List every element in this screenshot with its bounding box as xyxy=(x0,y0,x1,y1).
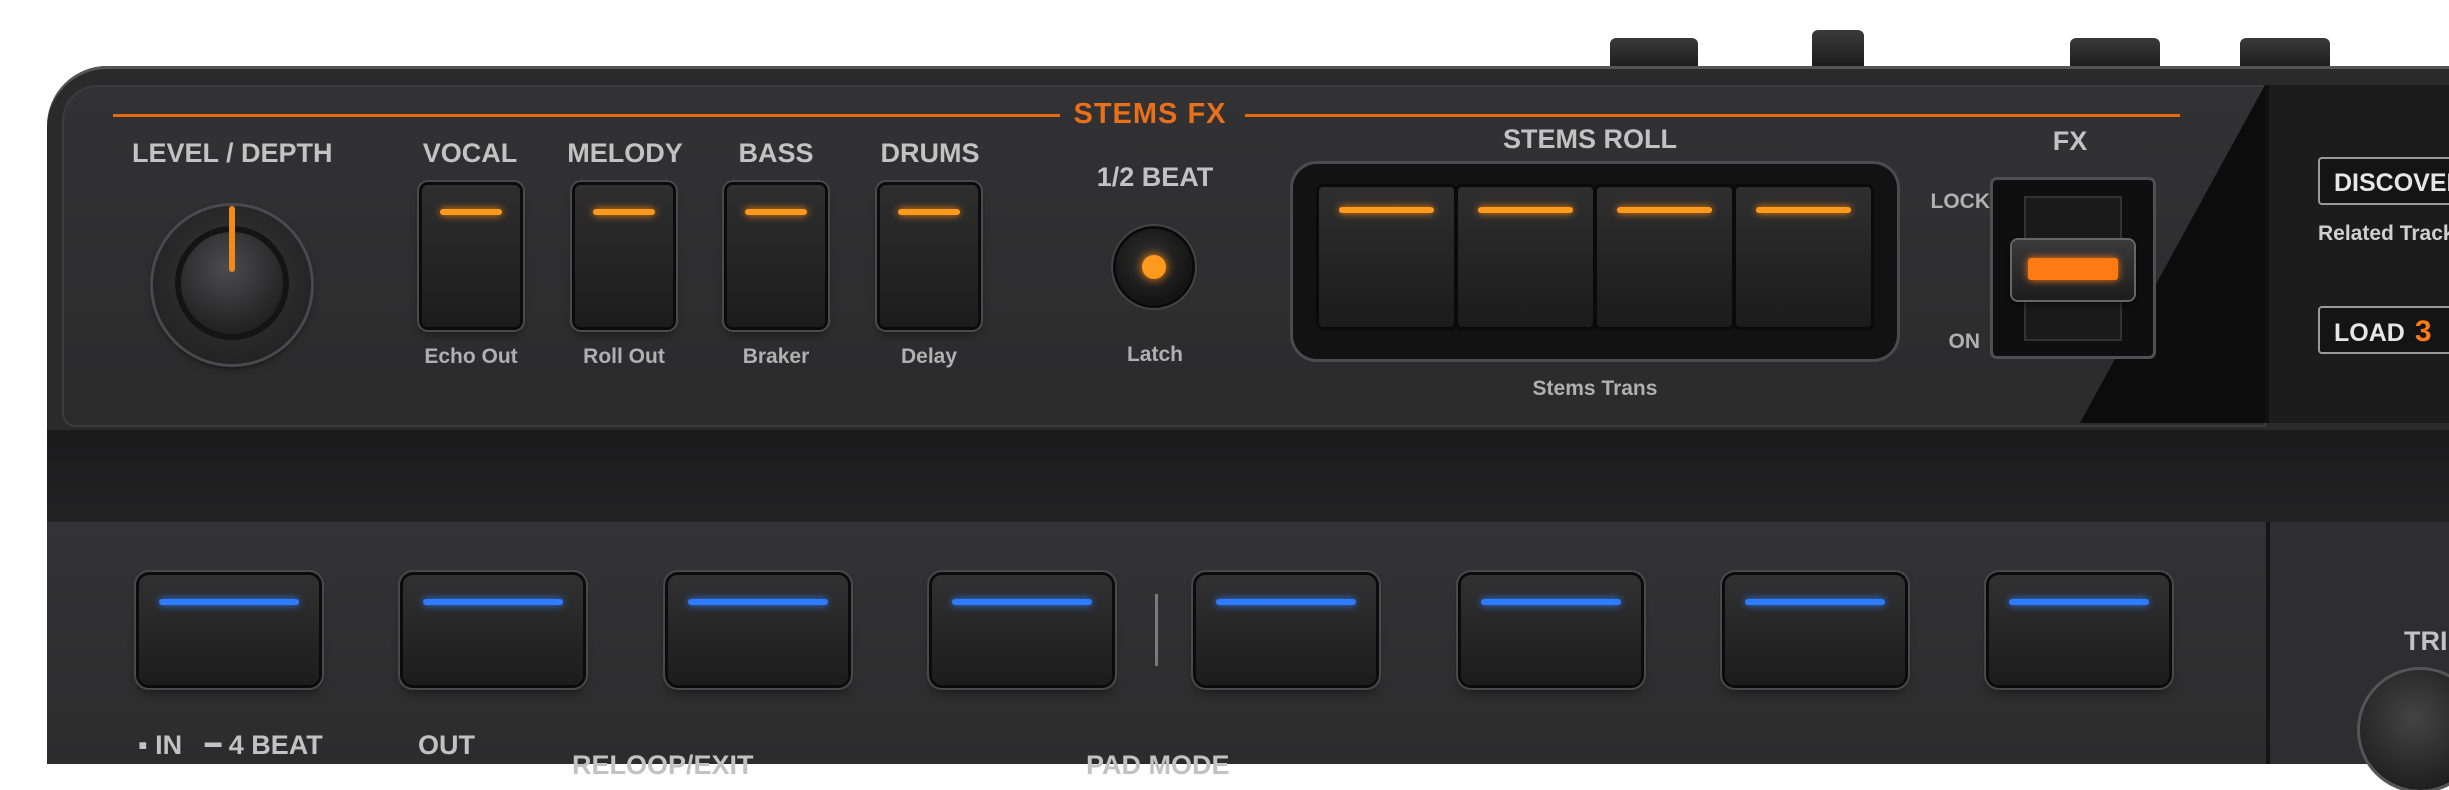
header-line-left xyxy=(113,114,1060,117)
in-label: ▪ IN xyxy=(138,730,183,760)
pad-mode-label: PAD MODE xyxy=(1086,750,1230,780)
level-depth-label: LEVEL / DEPTH xyxy=(132,138,333,168)
stems-roll-button-1[interactable] xyxy=(1319,187,1454,327)
stems-roll-button-3[interactable] xyxy=(1597,187,1732,327)
bass-label: BASS xyxy=(738,138,814,168)
cue-led-icon xyxy=(1481,599,1621,605)
pad-group-separator xyxy=(1155,594,1158,666)
stems-fx-title: STEMS FX xyxy=(1073,98,1227,130)
drums-button[interactable] xyxy=(880,185,978,327)
lock-label: LOCK xyxy=(1930,190,1991,213)
cue-led-icon xyxy=(2009,599,2149,605)
top-knob-2[interactable] xyxy=(1812,30,1864,70)
load-label: LOAD xyxy=(2334,319,2405,347)
hot-cue-pad-1[interactable] xyxy=(139,575,319,685)
braker-label: Braker xyxy=(742,345,810,368)
fx-led-icon xyxy=(2028,258,2118,280)
cue-led-icon xyxy=(952,599,1092,605)
delay-label: Delay xyxy=(900,345,958,368)
hot-cue-pad-5[interactable] xyxy=(1196,575,1376,685)
melody-button[interactable] xyxy=(575,185,673,327)
cue-led-icon xyxy=(423,599,563,605)
fx-label: FX xyxy=(2052,126,2088,156)
cue-led-icon xyxy=(1745,599,1885,605)
roll-led-icon xyxy=(1478,207,1573,213)
hot-cue-pad-6[interactable] xyxy=(1461,575,1641,685)
load-button[interactable]: LOAD 3 xyxy=(2318,306,2449,354)
discover-label: DISCOVER xyxy=(2334,169,2449,197)
cue-led-icon xyxy=(1216,599,1356,605)
fx-lever[interactable] xyxy=(2012,240,2134,300)
header-line-right xyxy=(1245,114,2180,117)
latch-label: Latch xyxy=(1126,343,1183,366)
roll-led-icon xyxy=(1339,207,1434,213)
vocal-button[interactable] xyxy=(422,185,520,327)
trim-label: TRI xyxy=(2404,626,2448,656)
latch-button[interactable] xyxy=(1116,229,1192,305)
bass-led-icon xyxy=(745,209,807,215)
hot-cue-pad-2[interactable] xyxy=(403,575,583,685)
discover-button[interactable]: DISCOVER xyxy=(2318,157,2449,205)
cue-led-icon xyxy=(159,599,299,605)
melody-led-icon xyxy=(593,209,655,215)
hot-cue-pad-4[interactable] xyxy=(932,575,1112,685)
reloop-exit-label: RELOOP/EXIT xyxy=(572,750,754,780)
drums-label: DRUMS xyxy=(880,138,980,168)
right-panel xyxy=(2265,85,2449,423)
roll-led-icon xyxy=(1756,207,1851,213)
panel-divider xyxy=(47,430,2449,522)
on-label: ON xyxy=(1948,330,1981,353)
stems-roll-label: STEMS ROLL xyxy=(1503,124,1677,154)
hot-cue-pad-8[interactable] xyxy=(1989,575,2169,685)
drums-led-icon xyxy=(898,209,960,215)
vocal-label: VOCAL xyxy=(422,138,518,168)
stems-trans-label: Stems Trans xyxy=(1532,377,1658,400)
bass-button[interactable] xyxy=(727,185,825,327)
vocal-led-icon xyxy=(440,209,502,215)
load-deck-number: 3 xyxy=(2414,315,2432,348)
roll-out-label: Roll Out xyxy=(583,345,665,368)
knob-indicator-icon xyxy=(229,206,235,272)
stems-roll-button-2[interactable] xyxy=(1458,187,1593,327)
half-beat-label: 1/2 BEAT xyxy=(1096,162,1214,192)
melody-label: MELODY xyxy=(567,138,683,168)
cue-led-icon xyxy=(688,599,828,605)
echo-out-label: Echo Out xyxy=(424,345,518,368)
out-label: OUT xyxy=(418,730,475,760)
hot-cue-pad-7[interactable] xyxy=(1725,575,1905,685)
roll-led-icon xyxy=(1617,207,1712,213)
stems-roll-button-4[interactable] xyxy=(1736,187,1871,327)
related-track-label: Related Track xyxy=(2318,222,2449,245)
latch-led-icon xyxy=(1142,255,1166,279)
four-beat-label: ━ 4 BEAT xyxy=(205,730,323,760)
hot-cue-pad-3[interactable] xyxy=(668,575,848,685)
